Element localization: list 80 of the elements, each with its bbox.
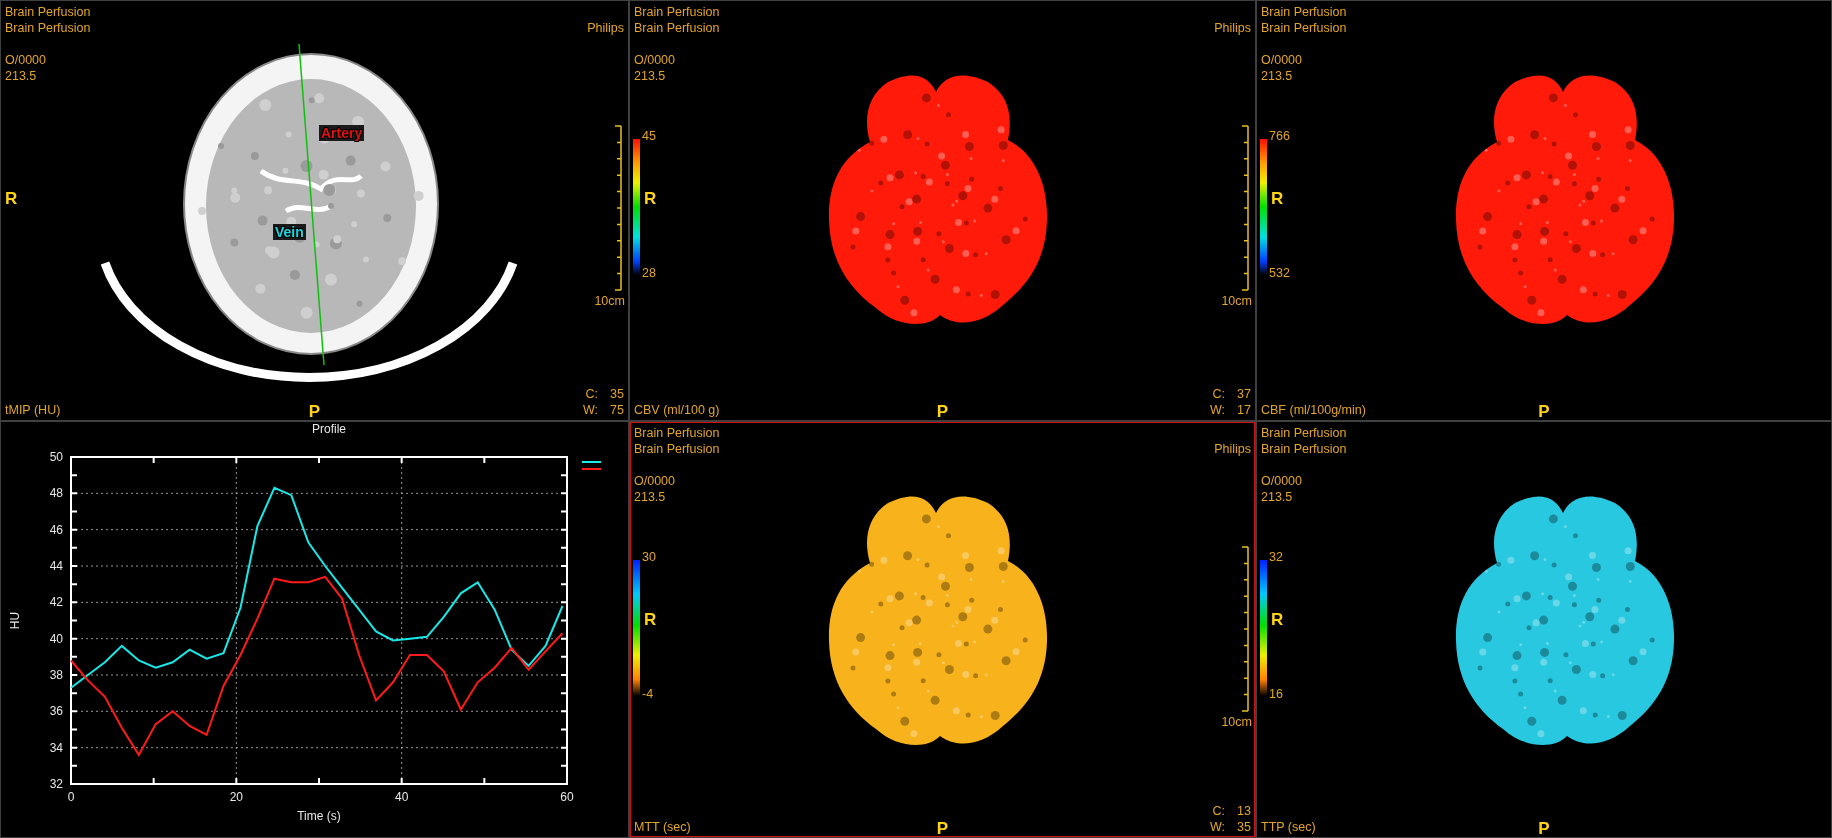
map-label: TTP (sec) <box>1261 819 1316 835</box>
window-width-value: 17 <box>1237 402 1251 418</box>
header-text: Brain Perfusion <box>5 4 91 20</box>
orientation-label: R <box>5 191 18 207</box>
scale-max-label: 32 <box>1269 549 1283 565</box>
axis-tick-label: 60 <box>560 790 574 804</box>
axis-tick-label: 34 <box>49 740 63 755</box>
position-text: 213.5 <box>5 68 37 84</box>
header-text: Brain Perfusion <box>1261 425 1347 441</box>
header-text: Brain Perfusion <box>1261 20 1347 36</box>
orientation-label: P <box>308 404 321 420</box>
window-width-label: W: <box>1209 402 1225 418</box>
axis-tick-label: 46 <box>49 522 63 537</box>
orientation-label: P <box>936 821 949 837</box>
axis-tick-label: 38 <box>49 668 63 682</box>
header-text: Brain Perfusion <box>634 20 720 36</box>
window-width-label: W: <box>1209 819 1225 835</box>
window-center-value: 37 <box>1237 386 1251 402</box>
position-text: 213.5 <box>634 489 666 505</box>
orientation-label: P <box>1538 404 1550 420</box>
series-text: O/0000 <box>1261 473 1302 489</box>
annotation-label: Vein <box>273 224 306 240</box>
position-text: 213.5 <box>1261 489 1293 505</box>
orientation-label: R <box>1271 191 1284 207</box>
series-text: O/0000 <box>634 473 675 489</box>
series-text: O/0000 <box>5 52 46 68</box>
orientation-label: P <box>1538 821 1550 837</box>
position-text: 213.5 <box>634 68 666 84</box>
header-text: Brain Perfusion <box>634 425 720 441</box>
window-center-label: C: <box>585 386 598 402</box>
orientation-label: R <box>644 612 657 628</box>
scale-min-label: 16 <box>1269 686 1283 702</box>
scale-min-label: 28 <box>642 265 656 281</box>
axis-tick-label: 20 <box>229 790 243 804</box>
ruler-label: 10cm <box>1221 714 1252 730</box>
series-text: O/0000 <box>634 52 675 68</box>
vendor-text: Philips <box>587 20 624 36</box>
annotation-label: Artery <box>319 125 365 141</box>
position-text: 213.5 <box>1261 68 1293 84</box>
axis-tick-label: 0 <box>67 790 75 804</box>
axis-tick-label: 40 <box>49 631 63 646</box>
axis-tick-label: 40 <box>395 790 409 804</box>
axis-title: HU <box>8 611 22 630</box>
header-text: Brain Perfusion <box>1261 4 1347 20</box>
map-label: MTT (sec) <box>634 819 691 835</box>
map-label: tMIP (HU) <box>5 402 61 418</box>
window-center-label: C: <box>1212 803 1225 819</box>
axis-tick-label: 32 <box>49 777 63 791</box>
scale-max-label: 30 <box>642 549 656 565</box>
window-width-label: W: <box>582 402 598 418</box>
ruler-label: 10cm <box>1221 293 1252 309</box>
window-center-label: C: <box>1212 386 1225 402</box>
window-width-value: 35 <box>1237 819 1251 835</box>
orientation-label: R <box>1271 612 1284 628</box>
window-center-value: 35 <box>610 386 624 402</box>
series-text: O/0000 <box>1261 52 1302 68</box>
header-text: Brain Perfusion <box>1261 441 1347 457</box>
orientation-label: P <box>936 404 949 420</box>
axis-tick-label: 48 <box>49 486 63 501</box>
scale-min-label: 532 <box>1269 265 1290 281</box>
scale-max-label: 45 <box>642 128 656 144</box>
header-text: Brain Perfusion <box>634 441 720 457</box>
axis-title: Time (s) <box>297 809 341 823</box>
map-label: CBV (ml/100 g) <box>634 402 720 418</box>
ruler-label: 10cm <box>594 293 625 309</box>
header-text: Brain Perfusion <box>5 20 91 36</box>
axis-tick-label: 50 <box>49 450 63 464</box>
vendor-text: Philips <box>1214 20 1251 36</box>
chart-title: Profile <box>312 422 346 436</box>
axis-tick-label: 44 <box>49 559 63 573</box>
scale-min-label: -4 <box>642 686 654 702</box>
map-label: CBF (ml/100g/min) <box>1261 402 1366 418</box>
scale-max-label: 766 <box>1269 128 1290 144</box>
orientation-label: R <box>644 191 657 207</box>
window-width-value: 75 <box>610 402 624 418</box>
vendor-text: Philips <box>1214 441 1251 457</box>
window-center-value: 13 <box>1237 803 1251 819</box>
axis-tick-label: 36 <box>49 704 63 719</box>
header-text: Brain Perfusion <box>634 4 720 20</box>
axis-tick-label: 42 <box>49 595 63 610</box>
